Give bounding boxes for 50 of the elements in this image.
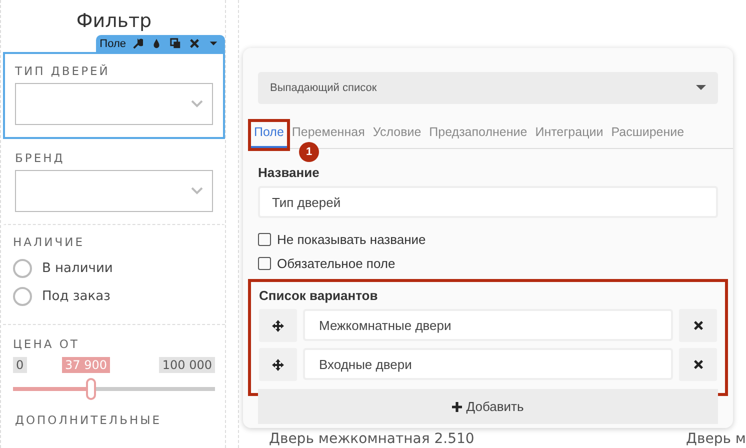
close-icon[interactable]: [187, 38, 202, 49]
option-input[interactable]: Межкомнатные двери: [303, 309, 673, 341]
radio-button[interactable]: [13, 258, 32, 278]
tab[interactable]: Условие: [370, 122, 424, 148]
delete-button[interactable]: [679, 348, 717, 381]
checkbox[interactable]: [258, 233, 271, 246]
radio-button[interactable]: [13, 286, 32, 306]
current-value: 37 900: [62, 357, 110, 373]
move-icon: [272, 320, 284, 332]
radio-label: Под заказ: [42, 288, 110, 304]
plus-icon: [452, 402, 462, 412]
name-input[interactable]: Тип дверей: [258, 186, 718, 218]
field-label: ТИП ДВЕРЕЙ: [15, 64, 111, 78]
move-icon: [272, 358, 284, 370]
select-field[interactable]: [15, 170, 213, 212]
max-value: 100 000: [159, 357, 215, 373]
chevron-icon: [191, 100, 203, 108]
option-input[interactable]: Входные двери: [303, 348, 673, 380]
field-type-label[interactable]: Поле: [100, 38, 126, 50]
select-field[interactable]: [15, 83, 213, 125]
min-value: 0: [13, 357, 27, 373]
callout-badge: 1: [299, 142, 319, 162]
product-title: Дверь м: [686, 430, 746, 448]
move-handle[interactable]: [259, 309, 297, 342]
close-icon: [692, 359, 704, 370]
add-button[interactable]: Добавить: [258, 389, 718, 424]
copy-icon[interactable]: [168, 38, 183, 49]
caret-icon: [696, 85, 706, 91]
filter-title: Фильтр: [75, 9, 153, 34]
chevron-icon: [191, 187, 203, 195]
name-label: Название: [258, 165, 320, 180]
close-icon: [692, 320, 704, 331]
slider-thumb[interactable]: [86, 378, 96, 400]
tab[interactable]: Поле: [251, 122, 287, 148]
product-title: Дверь межкомнатная 2.510: [269, 430, 474, 448]
type-select[interactable]: Выпадающий список: [258, 72, 718, 104]
field-label: БРЕНД: [15, 151, 66, 165]
checkbox-label: Не показывать название: [277, 232, 426, 247]
tab[interactable]: Предзаполнение: [426, 122, 530, 148]
checkbox[interactable]: [258, 257, 271, 270]
delete-button[interactable]: [679, 309, 717, 342]
radio-label: В наличии: [42, 260, 113, 276]
tab[interactable]: Интеграции: [532, 122, 606, 148]
section-label: ДОПОЛНИТЕЛЬНЫЕ: [14, 413, 163, 427]
checkbox-label: Обязательное поле: [277, 256, 396, 271]
options-label: Список вариантов: [259, 288, 379, 303]
field-label: ЦЕНА ОТ: [13, 337, 80, 351]
field-label: НАЛИЧИЕ: [13, 235, 86, 249]
move-handle[interactable]: [259, 348, 297, 381]
tab[interactable]: Расширение: [608, 122, 688, 148]
